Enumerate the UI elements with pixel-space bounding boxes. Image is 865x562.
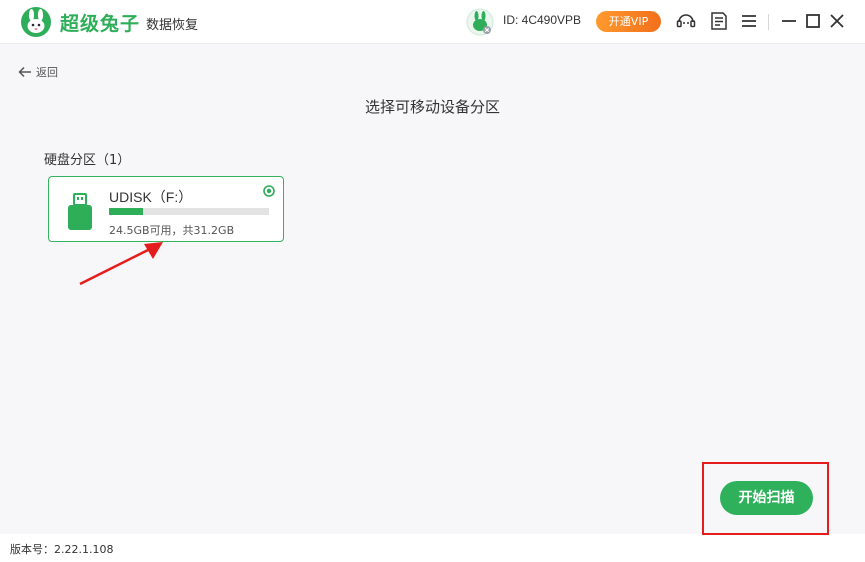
usb-drive-icon — [68, 193, 92, 230]
back-button[interactable]: 返回 — [18, 64, 58, 80]
version-label: 版本号：2.22.1.108 — [10, 543, 114, 556]
close-icon[interactable] — [826, 10, 848, 32]
rabbit-logo-icon — [21, 7, 51, 37]
user-id-label: ID: 4C490VPB — [503, 13, 582, 27]
title-bar: 超级兔子 数据恢复 ID: 4C490VPB 开通VIP — [0, 0, 865, 44]
partition-usage-bar — [109, 208, 269, 215]
partition-usage-fill — [109, 208, 144, 215]
selected-radio-icon[interactable] — [263, 185, 275, 197]
customer-service-icon[interactable] — [675, 10, 697, 32]
app-window: 超级兔子 数据恢复 ID: 4C490VPB 开通VIP 返回 选择可移动设备分… — [0, 0, 865, 535]
annotation-arrow — [79, 242, 163, 286]
back-arrow-icon — [18, 66, 31, 78]
minimize-icon[interactable] — [778, 10, 800, 32]
start-scan-button[interactable]: 开始扫描 — [720, 481, 813, 515]
app-logo-text: 超级兔子 — [60, 13, 141, 35]
page-title: 选择可移动设备分区 — [364, 98, 500, 116]
back-label: 返回 — [36, 66, 58, 79]
app-logo-subtitle: 数据恢复 — [146, 18, 199, 33]
partition-section-label: 硬盘分区（1） — [44, 153, 131, 168]
header-divider — [768, 14, 769, 30]
annotation-highlight-box: 开始扫描 — [702, 462, 829, 535]
open-vip-button[interactable]: 开通VIP — [596, 11, 661, 32]
partition-name: UDISK（F:） — [109, 189, 193, 205]
maximize-icon[interactable] — [802, 10, 824, 32]
user-avatar-icon[interactable] — [466, 8, 494, 36]
menu-icon[interactable] — [738, 10, 760, 32]
feedback-icon[interactable] — [708, 10, 730, 32]
